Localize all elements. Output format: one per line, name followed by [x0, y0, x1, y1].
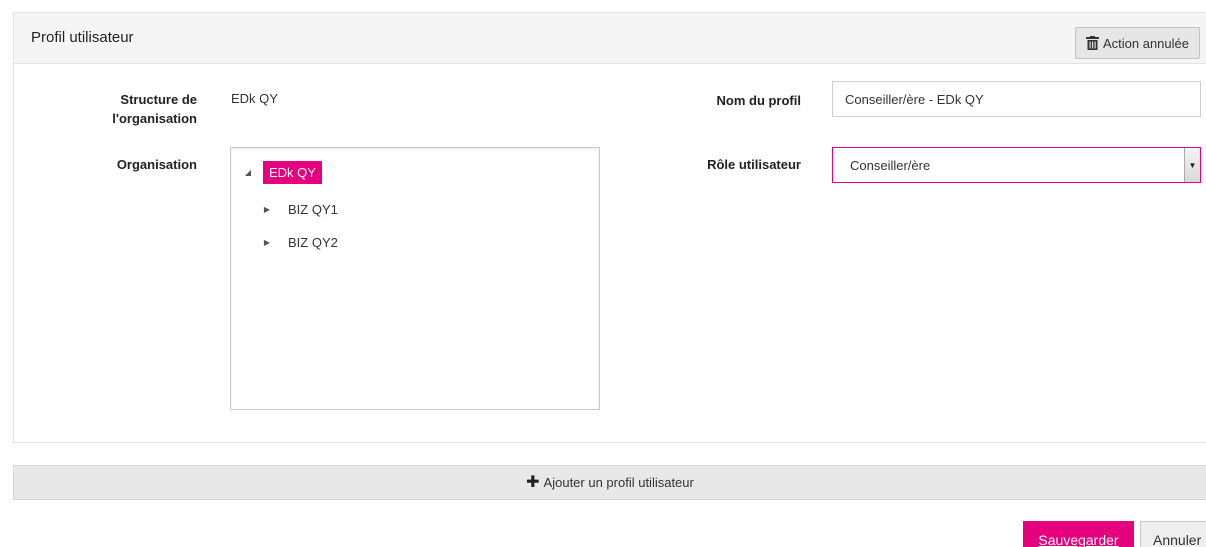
tree-node-label[interactable]: EDk QY: [263, 161, 322, 184]
user-profile-panel: Profil utilisateur Action annulée: [13, 12, 1206, 443]
structure-label-line1: Structure de: [120, 92, 197, 107]
panel-header: Profil utilisateur Action annulée: [14, 13, 1206, 64]
expand-triangle-icon[interactable]: ▶: [262, 238, 272, 248]
structure-value: EDk QY: [231, 91, 278, 106]
add-profile-button[interactable]: ✚ Ajouter un profil utilisateur: [13, 465, 1206, 500]
cancel-button[interactable]: Annuler: [1140, 521, 1206, 547]
profile-name-label: Nom du profil: [716, 93, 802, 108]
collapse-triangle-icon[interactable]: ◢: [243, 168, 253, 178]
role-label: Rôle utilisateur: [707, 157, 801, 172]
add-profile-label: Ajouter un profil utilisateur: [543, 475, 694, 490]
panel-title: Profil utilisateur: [31, 29, 134, 46]
cancelled-action-label: Action annulée: [1102, 35, 1189, 51]
profile-name-input[interactable]: [832, 81, 1201, 117]
plus-icon: ✚: [526, 473, 540, 491]
role-select-value: Conseiller/ère: [850, 157, 931, 173]
trash-icon: [1085, 36, 1099, 50]
role-select[interactable]: Conseiller/ère ▼: [832, 147, 1201, 183]
expand-triangle-icon[interactable]: ▶: [262, 205, 272, 215]
save-button[interactable]: Sauvegarder: [1023, 521, 1134, 547]
tree-node-label[interactable]: BIZ QY2: [282, 231, 344, 254]
cancelled-action-button[interactable]: Action annulée: [1074, 27, 1200, 59]
tree-node-root[interactable]: ◢ EDk QY: [243, 161, 322, 184]
dropdown-arrow-icon[interactable]: ▼: [1184, 148, 1200, 182]
structure-label: Structure de l'organisation: [100, 90, 197, 128]
structure-label-line2: l'organisation: [112, 111, 197, 126]
tree-node-child[interactable]: ▶ BIZ QY1: [262, 198, 344, 221]
organisation-label: Organisation: [116, 157, 197, 172]
tree-node-child[interactable]: ▶ BIZ QY2: [262, 231, 344, 254]
organisation-tree: ◢ EDk QY ▶ BIZ QY1 ▶ BIZ QY2: [230, 147, 600, 410]
tree-node-label[interactable]: BIZ QY1: [282, 198, 344, 221]
